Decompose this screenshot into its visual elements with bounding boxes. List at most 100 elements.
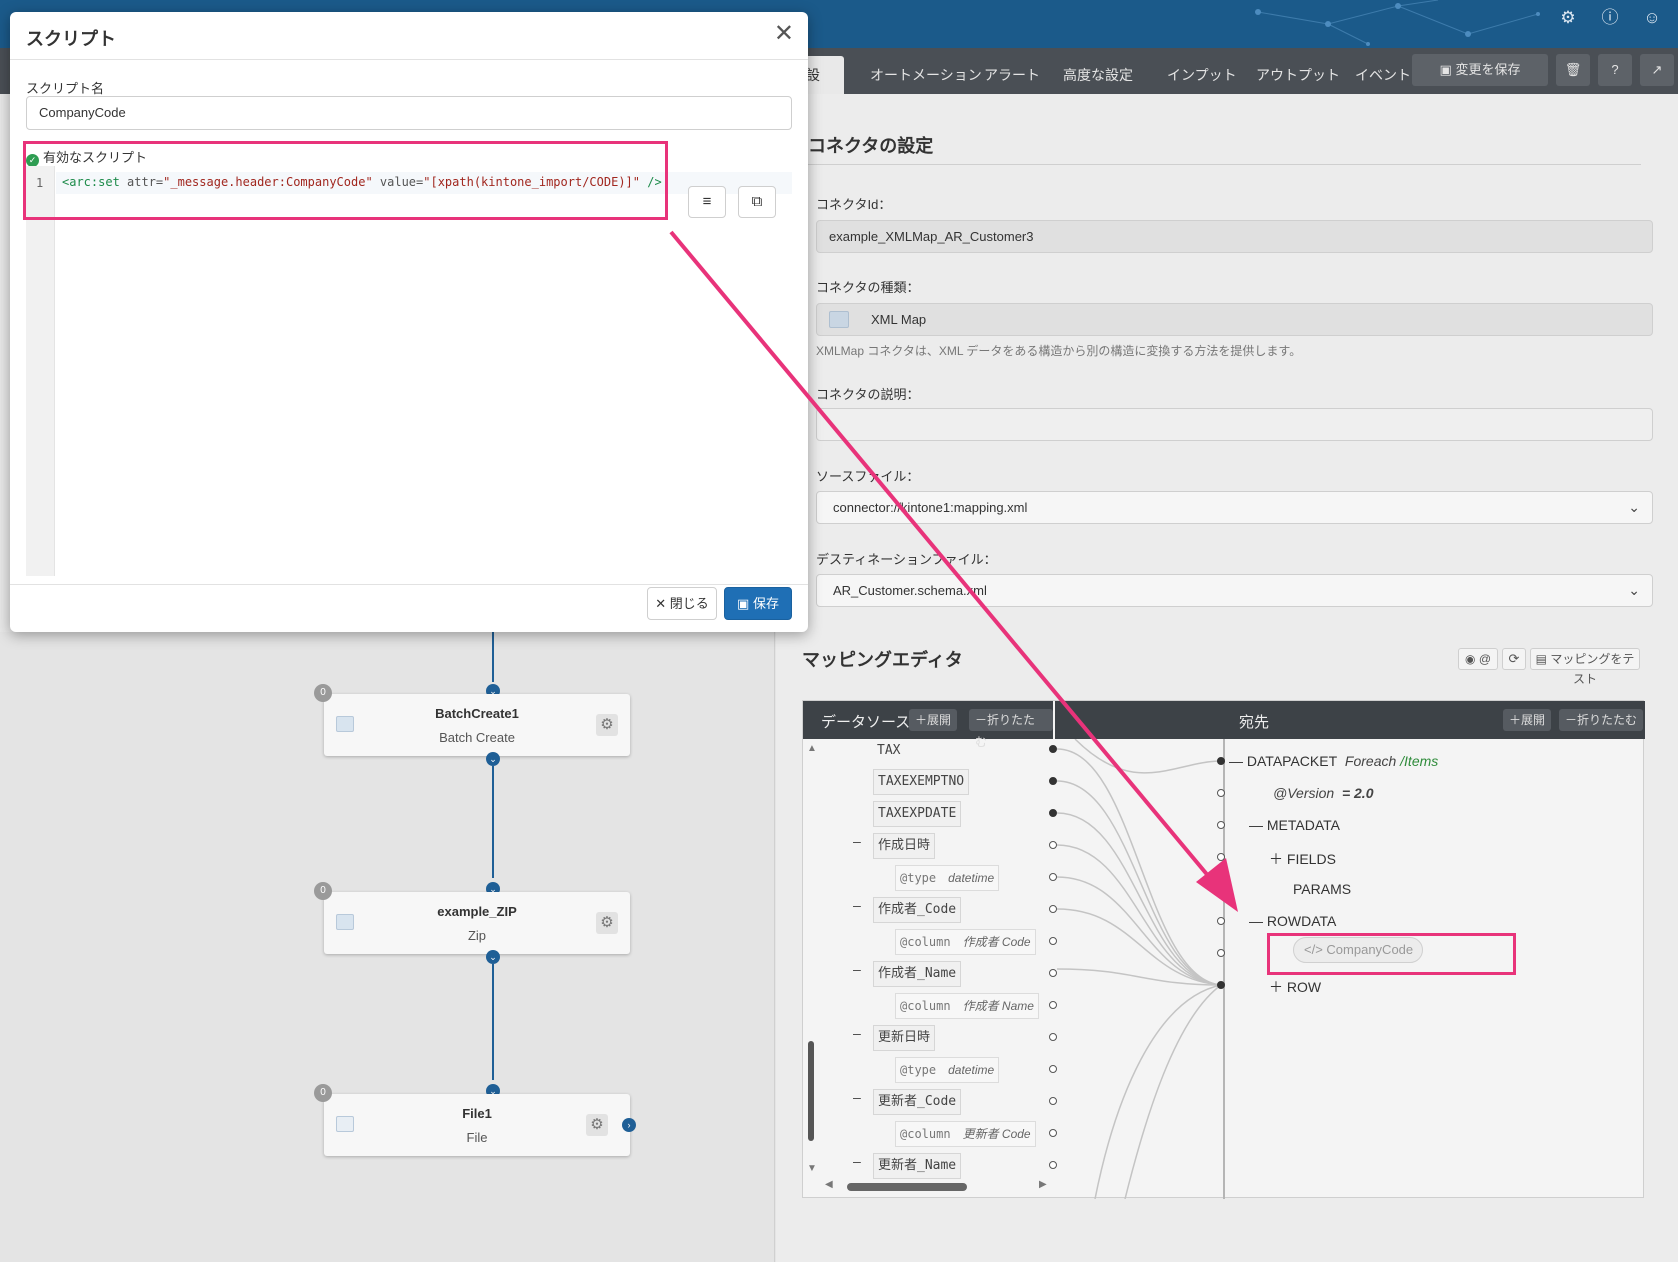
delete-button[interactable]: 🗑 [1556, 54, 1590, 86]
user-icon[interactable]: ☺ [1642, 8, 1662, 28]
dest-attr-version[interactable]: @Version = 2.0 [1273, 785, 1373, 801]
source-attr-type[interactable]: @type datetime [895, 1057, 1000, 1083]
link-dot[interactable] [1049, 905, 1057, 913]
toggle-attributes-button[interactable]: ◉ @ [1458, 648, 1498, 670]
save-changes-button[interactable]: ▣ 変更を保存 [1412, 54, 1548, 86]
link-dot[interactable] [1049, 1129, 1057, 1137]
source-field-taxexpdate[interactable]: TAXEXPDATE [873, 801, 962, 827]
scroll-right-icon[interactable]: ▶ [1039, 1179, 1047, 1190]
dest-node-datapacket[interactable]: — DATAPACKET Foreach /Items [1229, 753, 1438, 769]
close-button[interactable]: ✕ 閉じる [647, 587, 717, 620]
collapse-icon[interactable]: — [853, 835, 861, 850]
link-dot[interactable] [1049, 937, 1057, 945]
connector-id-field[interactable]: example_XMLMap_AR_Customer3 [816, 220, 1653, 253]
link-dot[interactable] [1217, 789, 1225, 797]
description-label: コネクタの説明： [816, 387, 920, 402]
vertical-scrollbar[interactable] [808, 1041, 814, 1141]
collapse-icon[interactable]: — [853, 1155, 861, 1170]
gear-icon[interactable]: ⚙ [1558, 8, 1578, 28]
source-group-created-date[interactable]: 作成日時 [873, 833, 936, 859]
dest-expand-button[interactable]: ＋展開 [1503, 709, 1552, 731]
dest-file-select[interactable]: AR_Customer.schema.xml ⌄ [816, 574, 1653, 607]
link-dot[interactable] [1049, 745, 1057, 753]
source-file-select[interactable]: connector://kintone1:mapping.xml ⌄ [816, 491, 1653, 524]
link-dot[interactable] [1217, 853, 1225, 861]
menu-lines-icon: ≡ [702, 193, 712, 210]
gear-icon[interactable]: ⚙ [596, 912, 618, 934]
flow-node-file1[interactable]: File1 File ⚙ [324, 1094, 630, 1156]
link-dot[interactable] [1217, 917, 1225, 925]
save-icon: ▣ [1439, 62, 1456, 77]
source-attr-column[interactable]: @column 更新者 Code [895, 1121, 1036, 1147]
link-dot[interactable] [1049, 841, 1057, 849]
output-port-icon[interactable]: › [622, 1118, 636, 1132]
source-group-creator-name[interactable]: 作成者_Name [873, 961, 962, 987]
dest-node-fields[interactable]: ＋ FIELDS [1269, 849, 1336, 869]
collapse-icon[interactable]: — [853, 1027, 861, 1042]
refresh-button[interactable]: ⟳ [1502, 648, 1526, 670]
source-field-tax[interactable]: TAX [873, 739, 904, 765]
link-dot[interactable] [1049, 1161, 1057, 1169]
link-dot[interactable] [1049, 1033, 1057, 1041]
dest-file-label: デスティネーションファイル： [816, 552, 997, 567]
dest-node-params[interactable]: PARAMS [1293, 881, 1351, 897]
test-mapping-button[interactable]: ▤ マッピングをテスト [1530, 648, 1640, 686]
dest-node-rowdata[interactable]: — ROWDATA [1249, 913, 1336, 929]
dest-collapse-button[interactable]: －折りたたむ [1559, 709, 1644, 731]
gear-icon[interactable]: ⚙ [586, 1114, 608, 1136]
format-button[interactable]: ≡ [688, 186, 726, 218]
horizontal-scrollbar[interactable] [847, 1183, 967, 1191]
help-button[interactable]: ? [1598, 54, 1632, 86]
clipboard-icon: ▤ [1535, 652, 1547, 666]
tab-alert[interactable]: アラート [970, 56, 1054, 94]
gear-icon[interactable]: ⚙ [596, 714, 618, 736]
source-group-creator-code[interactable]: 作成者_Code [873, 897, 962, 923]
source-attr-type[interactable]: @type datetime [895, 865, 1000, 891]
link-dot[interactable] [1049, 809, 1057, 817]
link-dot[interactable] [1217, 949, 1225, 957]
open-external-button[interactable]: ↗ [1640, 54, 1674, 86]
source-attr-column[interactable]: @column 作成者 Name [895, 993, 1039, 1019]
source-group-updated-date[interactable]: 更新日時 [873, 1025, 936, 1051]
copy-button[interactable]: ⧉ [738, 186, 776, 218]
link-dot[interactable] [1217, 885, 1225, 893]
scroll-left-icon[interactable]: ◀ [825, 1179, 833, 1190]
link-dot[interactable] [1217, 821, 1225, 829]
collapse-icon[interactable]: — [853, 899, 861, 914]
tab-input[interactable]: インプット [1153, 56, 1251, 94]
flow-node-batchcreate1[interactable]: BatchCreate1 Batch Create ⚙ [324, 694, 630, 756]
flow-connector-line [492, 632, 494, 682]
link-dot[interactable] [1217, 981, 1225, 989]
settings-heading: コネクタの設定 [808, 136, 934, 156]
output-port-icon[interactable]: ⌄ [486, 950, 500, 964]
script-code-editor[interactable]: 1 <arc:set attr="_message.header:Company… [26, 166, 792, 576]
script-name-input[interactable]: CompanyCode [26, 96, 792, 130]
scroll-up-icon[interactable]: ▲ [807, 743, 817, 754]
source-group-updater-code[interactable]: 更新者_Code [873, 1089, 962, 1115]
source-expand-button[interactable]: ＋展開 [909, 709, 958, 731]
link-dot[interactable] [1049, 777, 1057, 785]
close-icon[interactable]: ✕ [774, 22, 794, 46]
tab-advanced[interactable]: 高度な設定 [1049, 56, 1147, 94]
source-attr-column[interactable]: @column 作成者 Code [895, 929, 1036, 955]
save-button[interactable]: ▣ 保存 [724, 587, 792, 620]
collapse-icon[interactable]: — [853, 1091, 861, 1106]
scroll-down-icon[interactable]: ▼ [807, 1163, 817, 1174]
help-icon[interactable]: ⓘ [1600, 8, 1620, 28]
link-dot[interactable] [1049, 969, 1057, 977]
tab-output[interactable]: アウトプット [1242, 56, 1354, 94]
collapse-icon[interactable]: — [853, 963, 861, 978]
link-dot[interactable] [1049, 873, 1057, 881]
source-group-updater-name[interactable]: 更新者_Name [873, 1153, 962, 1179]
output-port-icon[interactable]: ⌄ [486, 752, 500, 766]
link-dot[interactable] [1049, 1001, 1057, 1009]
link-dot[interactable] [1217, 757, 1225, 765]
link-dot[interactable] [1049, 1097, 1057, 1105]
flow-node-example-zip[interactable]: example_ZIP Zip ⚙ [324, 892, 630, 954]
source-field-taxexemptno[interactable]: TAXEXEMPTNO [873, 769, 970, 795]
dest-node-row[interactable]: ＋ ROW [1269, 977, 1321, 997]
dest-node-metadata[interactable]: — METADATA [1249, 817, 1340, 833]
link-dot[interactable] [1049, 1065, 1057, 1073]
description-field[interactable] [816, 408, 1653, 441]
source-collapse-button[interactable]: －折りたたむ [969, 709, 1053, 749]
